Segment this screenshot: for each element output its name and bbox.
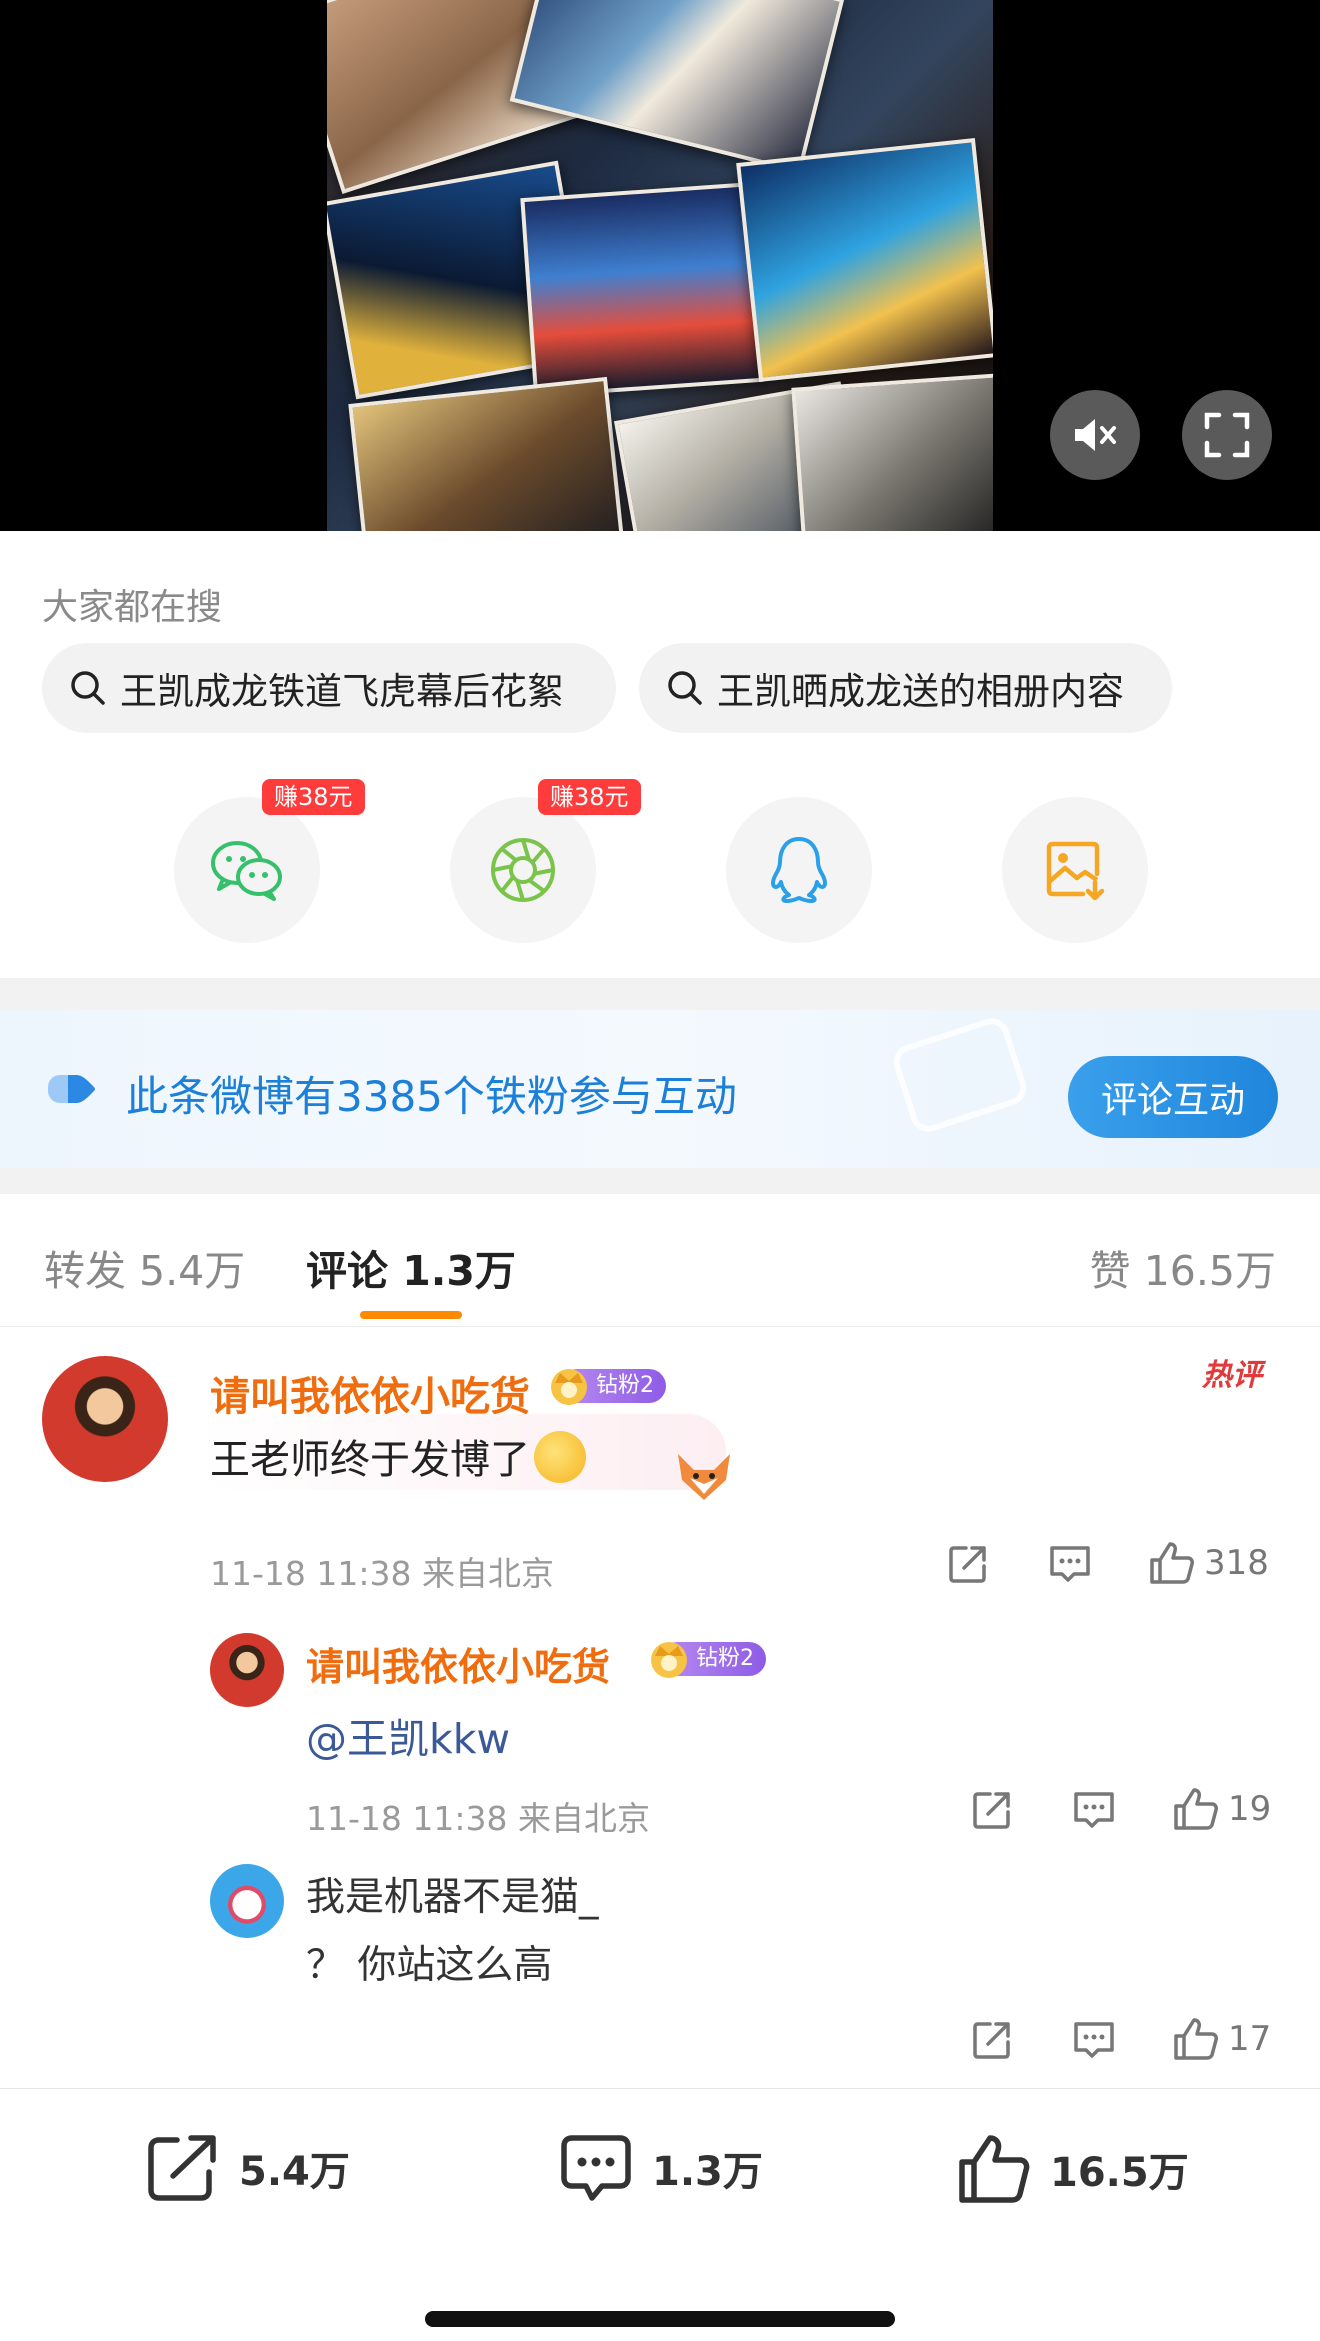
hot-comment-tag: 热评 xyxy=(1202,1358,1262,1393)
share-moments-button[interactable]: 赚38元 xyxy=(450,779,641,943)
comment-icon xyxy=(1074,1792,1114,1828)
avatar[interactable] xyxy=(42,1356,168,1482)
share-wechat-button[interactable]: 赚38元 xyxy=(174,779,365,943)
photo-collage-item xyxy=(736,138,993,382)
repost-button[interactable]: 5.4万 xyxy=(145,2132,350,2204)
search-chip-label: 王凯成龙铁道飞虎幕后花絮 xyxy=(120,670,564,713)
home-indicator[interactable] xyxy=(425,2311,895,2327)
video-frame xyxy=(327,0,993,531)
fan-badge-label: 钻粉2 xyxy=(596,1373,654,1398)
avatar[interactable] xyxy=(210,1864,284,1938)
fan-level-badge: 钻粉2 xyxy=(551,1369,666,1405)
comment-meta: 11-18 11:38 来自北京 xyxy=(210,1554,554,1593)
comment-text: 王老师终于发博了 xyxy=(210,1427,586,1485)
search-chip-label: 王凯晒成龙送的相册内容 xyxy=(717,670,1124,713)
trending-search-title: 大家都在搜 xyxy=(42,587,223,628)
photo-collage-item xyxy=(348,376,626,531)
comment-count: 1.3万 xyxy=(652,2149,763,2195)
reply-username[interactable]: 我是机器不是猫_ xyxy=(306,1866,599,1922)
banner-text: 此条微博有3385个铁粉参与互动 xyxy=(126,1072,737,1121)
section-divider xyxy=(0,1168,1320,1194)
like-count: 318 xyxy=(1204,1543,1269,1583)
tab-comments[interactable]: 评论 1.3万 xyxy=(306,1237,516,1297)
like-comment-button[interactable]: 318 xyxy=(1148,1540,1269,1586)
search-icon xyxy=(668,671,702,705)
thumbs-up-icon xyxy=(959,2135,1030,2203)
search-chip[interactable]: 王凯成龙铁道飞虎幕后花絮 xyxy=(42,643,616,733)
earn-badge: 赚38元 xyxy=(262,779,365,815)
comment-icon xyxy=(1074,2022,1114,2058)
share-comment-button[interactable] xyxy=(946,1542,990,1586)
fans-interaction-banner[interactable]: 此条微博有3385个铁粉参与互动 评论互动 xyxy=(0,1010,1320,1168)
photo-collage-item xyxy=(791,372,993,531)
save-image-button[interactable] xyxy=(1002,797,1148,943)
share-reply-button[interactable] xyxy=(970,1788,1014,1832)
like-count: 17 xyxy=(1228,2019,1272,2059)
mention-link[interactable]: @王凯kkw xyxy=(306,1705,510,1765)
share-reply-button[interactable] xyxy=(970,2018,1014,2062)
reply-comment-button[interactable] xyxy=(1048,1544,1092,1584)
fan-badge-label: 钻粉2 xyxy=(696,1646,754,1671)
share-qq-button[interactable] xyxy=(726,797,872,943)
share-external-icon xyxy=(973,1792,1010,1829)
mute-button[interactable] xyxy=(1050,390,1140,480)
save-image-icon xyxy=(1046,841,1105,901)
qq-icon xyxy=(771,837,827,903)
comment-icon xyxy=(561,2135,631,2201)
video-player[interactable] xyxy=(0,0,1320,531)
comment-icon xyxy=(1050,1546,1090,1582)
share-external-icon xyxy=(973,2022,1010,2059)
repost-count: 5.4万 xyxy=(239,2149,350,2195)
interaction-icon xyxy=(48,1075,95,1103)
fan-level-badge: 钻粉2 xyxy=(651,1642,766,1678)
search-icon xyxy=(71,671,105,705)
search-chip[interactable]: 王凯晒成龙送的相册内容 xyxy=(639,643,1172,733)
moments-icon xyxy=(491,838,555,902)
comment-text-content: 王老师终于发博了 xyxy=(210,1437,530,1483)
like-reply-button[interactable]: 17 xyxy=(1172,2016,1271,2062)
tabs-divider xyxy=(0,1326,1320,1327)
thumbs-up-icon xyxy=(1174,2018,1218,2060)
photo-collage-item xyxy=(509,0,845,174)
fox-sticker-icon xyxy=(678,1454,730,1500)
comment-interact-button[interactable]: 评论互动 xyxy=(1068,1056,1278,1138)
reply-comment-button[interactable] xyxy=(1072,2020,1116,2060)
earn-badge: 赚38元 xyxy=(538,779,641,815)
fullscreen-icon xyxy=(1204,412,1250,458)
bottom-action-bar xyxy=(0,2089,1320,2341)
crown-icon xyxy=(551,1369,587,1405)
reply-text: ？ 你站这么高 xyxy=(306,1943,553,1988)
tab-reposts[interactable]: 转发 5.4万 xyxy=(44,1237,245,1297)
crown-icon xyxy=(651,1642,687,1678)
reply-comment-button[interactable] xyxy=(1072,1790,1116,1830)
comment-button[interactable]: 1.3万 xyxy=(558,2132,763,2204)
like-count: 19 xyxy=(1228,1789,1272,1829)
speaker-mute-icon xyxy=(1075,419,1116,451)
share-external-icon xyxy=(949,1546,986,1583)
reply-meta: 11-18 11:38 来自北京 xyxy=(306,1799,650,1838)
section-divider xyxy=(0,978,1320,1010)
photo-collage-item xyxy=(520,182,764,398)
active-tab-indicator xyxy=(360,1311,462,1319)
banner-decoration xyxy=(889,1013,1031,1137)
reply-username[interactable]: 请叫我依依小吃货 xyxy=(306,1636,610,1691)
like-count: 16.5万 xyxy=(1050,2150,1189,2196)
thumbs-up-icon xyxy=(1174,1788,1218,1830)
fullscreen-button[interactable] xyxy=(1182,390,1272,480)
like-button[interactable]: 16.5万 xyxy=(956,2132,1189,2206)
emoji-icon xyxy=(534,1431,586,1483)
like-reply-button[interactable]: 19 xyxy=(1172,1786,1271,1832)
thumbs-up-icon xyxy=(1150,1542,1194,1584)
wechat-icon xyxy=(211,841,282,901)
avatar[interactable] xyxy=(210,1633,284,1707)
repost-icon xyxy=(148,2135,216,2201)
tab-likes[interactable]: 赞 16.5万 xyxy=(1090,1237,1276,1297)
